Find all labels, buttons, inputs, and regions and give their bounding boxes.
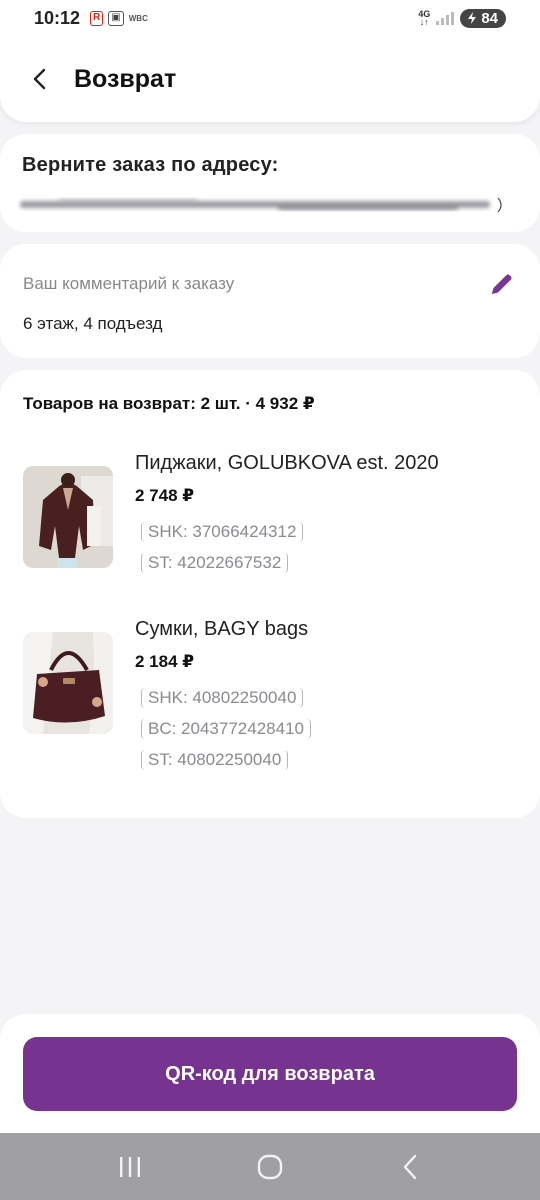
app-notification-icon: R (90, 10, 104, 26)
scan-notification-icon: ▣ (108, 10, 124, 26)
comment-value: 6 этаж, 4 подъезд (23, 314, 163, 333)
app-header: Возврат (0, 36, 540, 122)
recent-apps-icon (120, 1156, 140, 1177)
back-button[interactable] (30, 65, 58, 93)
item-code-shk: SHK: 37066424312 (141, 522, 304, 542)
status-time: 10:12 (34, 7, 81, 28)
redacted-address (20, 197, 502, 213)
item-code-st: ST: 40802250040 (141, 750, 289, 770)
system-navigation-bar (0, 1133, 540, 1200)
back-nav-button[interactable] (390, 1147, 430, 1187)
back-icon (403, 1154, 417, 1179)
comment-label: Ваш комментарий к заказу (23, 274, 235, 293)
battery-level: 84 (481, 9, 498, 27)
item-code-shk: SHK: 40802250040 (141, 688, 304, 708)
bottom-action-panel: QR-код для возврата (0, 1014, 540, 1134)
item-name: Пиджаки, GOLUBKOVA est. 2020 (135, 452, 439, 474)
items-summary: Товаров на возврат: 2 шт. · 4 932 ₽ (23, 394, 315, 413)
edit-comment-button[interactable] (488, 270, 516, 298)
return-items-card: Товаров на возврат: 2 шт. · 4 932 ₽ Пидж… (0, 370, 540, 818)
network-type-icon: 4G ↓↑ (418, 9, 431, 27)
product-image-jacket (23, 466, 113, 568)
order-comment-card: Ваш комментарий к заказу 6 этаж, 4 подъе… (0, 244, 540, 358)
pencil-icon (492, 274, 512, 294)
page-title: Возврат (74, 64, 177, 93)
return-address-title: Верните заказ по адресу: (22, 154, 279, 176)
product-image-bag (23, 632, 113, 734)
item-price: 2 748 ₽ (135, 486, 195, 505)
charging-icon (468, 12, 477, 24)
item-name: Сумки, BAGY bags (135, 618, 309, 640)
carrier-label: WBC (128, 13, 148, 23)
home-icon (257, 1154, 283, 1179)
recent-apps-button[interactable] (110, 1147, 150, 1187)
notification-icons: R ▣ WBC (90, 10, 148, 26)
qr-code-return-button[interactable]: QR-код для возврата (23, 1037, 517, 1111)
status-bar: 10:12 R ▣ WBC 4G ↓↑ 84 (0, 0, 540, 36)
signal-icon (436, 11, 455, 25)
item-code-bc: BC: 2043772428410 (141, 719, 311, 739)
item-price: 2 184 ₽ (135, 652, 195, 671)
item-code-st: ST: 42022667532 (141, 553, 289, 573)
home-button[interactable] (250, 1147, 290, 1187)
battery-indicator: 84 (460, 8, 506, 28)
chevron-left-icon (33, 68, 46, 90)
return-address-card: Верните заказ по адресу: (0, 134, 540, 232)
